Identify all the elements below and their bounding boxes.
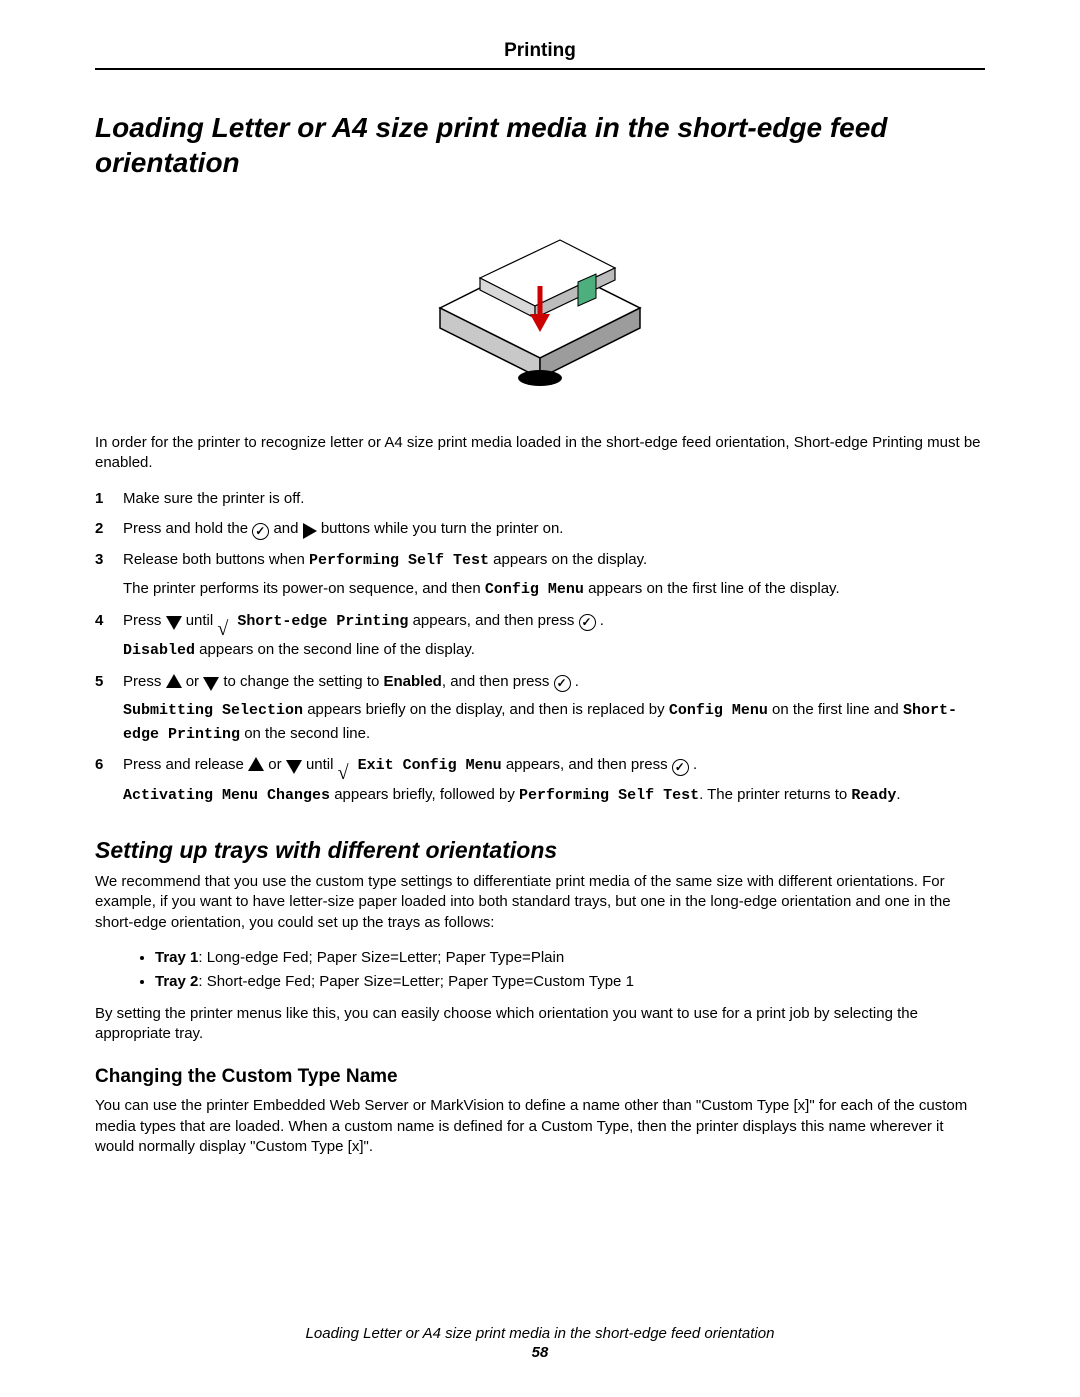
- step-5: 5 Press or to change the setting to Enab…: [95, 671, 985, 747]
- display-message: Config Menu: [669, 702, 768, 719]
- text-fragment: Press: [123, 673, 166, 690]
- check-circle-icon: [672, 759, 689, 776]
- display-message: Ready: [851, 787, 896, 804]
- tray-2-item: Tray 2: Short-edge Fed; Paper Size=Lette…: [155, 971, 985, 994]
- trays-intro: We recommend that you use the custom typ…: [95, 872, 985, 933]
- step-2: 2 Press and hold the and buttons while y…: [95, 518, 985, 541]
- arrow-down-icon: [203, 677, 219, 691]
- step-text: Make sure the printer is off.: [123, 488, 985, 511]
- display-message: Short-edge Printing: [228, 613, 408, 630]
- text-fragment: on the first line and: [768, 701, 903, 718]
- text-fragment: .: [896, 786, 900, 803]
- step-1: 1 Make sure the printer is off.: [95, 488, 985, 511]
- step-number: 2: [95, 518, 109, 541]
- display-message: Disabled: [123, 642, 195, 659]
- page-number: 58: [0, 1344, 1080, 1361]
- arrow-up-icon: [248, 757, 264, 771]
- step-6: 6 Press and release or until √ Exit Conf…: [95, 754, 985, 807]
- text-fragment: .: [600, 612, 604, 629]
- display-message: Performing Self Test: [309, 552, 489, 569]
- text-fragment: . The printer returns to: [699, 786, 851, 803]
- arrow-down-icon: [166, 616, 182, 630]
- step-number: 1: [95, 488, 109, 511]
- step-text: Press or to change the setting to Enable…: [123, 671, 985, 747]
- arrow-down-icon: [286, 760, 302, 774]
- root-mark-icon: √: [217, 614, 228, 632]
- text-fragment: Release both buttons when: [123, 551, 309, 568]
- step-text: Press and release or until √ Exit Config…: [123, 754, 985, 807]
- text-fragment: appears, and then press: [506, 756, 672, 773]
- printer-tray-illustration: [95, 198, 985, 403]
- bold-term: Enabled: [384, 673, 442, 690]
- arrow-right-icon: [303, 523, 317, 539]
- tray-text: : Long-edge Fed; Paper Size=Letter; Pape…: [198, 949, 564, 966]
- tray-label: Tray 1: [155, 949, 198, 966]
- page-header-title: Printing: [95, 40, 985, 62]
- trays-outro: By setting the printer menus like this, …: [95, 1004, 985, 1045]
- display-message: Exit Config Menu: [349, 757, 502, 774]
- arrow-up-icon: [166, 674, 182, 688]
- text-fragment: The printer performs its power-on sequen…: [123, 580, 485, 597]
- tray-label: Tray 2: [155, 973, 198, 990]
- text-fragment: buttons while you turn the printer on.: [321, 520, 564, 537]
- steps-list: 1 Make sure the printer is off. 2 Press …: [95, 488, 985, 808]
- display-message: Performing Self Test: [519, 787, 699, 804]
- text-fragment: appears, and then press: [413, 612, 579, 629]
- text-fragment: and: [273, 520, 302, 537]
- text-fragment: appears on the second line of the displa…: [195, 641, 475, 658]
- page-footer: Loading Letter or A4 size print media in…: [0, 1325, 1080, 1361]
- check-circle-icon: [579, 614, 596, 631]
- step-4: 4 Press until √ Short-edge Printing appe…: [95, 610, 985, 663]
- text-fragment: or: [268, 756, 286, 773]
- step-text: Release both buttons when Performing Sel…: [123, 549, 985, 602]
- display-message: Submitting Selection: [123, 702, 303, 719]
- subheading-custom-type: Changing the Custom Type Name: [95, 1066, 985, 1088]
- header-rule: [95, 68, 985, 70]
- text-fragment: Press and hold the: [123, 520, 252, 537]
- step-number: 3: [95, 549, 109, 602]
- main-heading: Loading Letter or A4 size print media in…: [95, 110, 985, 180]
- check-circle-icon: [554, 675, 571, 692]
- text-fragment: appears briefly, followed by: [330, 786, 519, 803]
- text-fragment: or: [186, 673, 204, 690]
- text-fragment: until: [306, 756, 338, 773]
- step-text: Press until √ Short-edge Printing appear…: [123, 610, 985, 663]
- display-message: Config Menu: [485, 581, 584, 598]
- tray-text: : Short-edge Fed; Paper Size=Letter; Pap…: [198, 973, 634, 990]
- text-fragment: appears on the display.: [489, 551, 647, 568]
- text-fragment: to change the setting to: [223, 673, 383, 690]
- text-fragment: appears on the first line of the display…: [584, 580, 840, 597]
- text-fragment: Press and release: [123, 756, 248, 773]
- tray-1-item: Tray 1: Long-edge Fed; Paper Size=Letter…: [155, 947, 985, 970]
- text-fragment: on the second line.: [240, 725, 370, 742]
- text-fragment: appears briefly on the display, and then…: [303, 701, 669, 718]
- root-mark-icon: √: [338, 758, 349, 776]
- step-number: 6: [95, 754, 109, 807]
- text-fragment: , and then press: [442, 673, 554, 690]
- check-circle-icon: [252, 523, 269, 540]
- step-3: 3 Release both buttons when Performing S…: [95, 549, 985, 602]
- text-fragment: until: [186, 612, 218, 629]
- step-text: Press and hold the and buttons while you…: [123, 518, 985, 541]
- text-fragment: .: [575, 673, 579, 690]
- step-number: 5: [95, 671, 109, 747]
- footer-caption: Loading Letter or A4 size print media in…: [306, 1325, 775, 1342]
- intro-paragraph: In order for the printer to recognize le…: [95, 433, 985, 474]
- step-number: 4: [95, 610, 109, 663]
- text-fragment: .: [693, 756, 697, 773]
- custom-type-text: You can use the printer Embedded Web Ser…: [95, 1096, 985, 1157]
- tray-list: Tray 1: Long-edge Fed; Paper Size=Letter…: [95, 947, 985, 994]
- text-fragment: Press: [123, 612, 166, 629]
- display-message: Activating Menu Changes: [123, 787, 330, 804]
- subheading-trays: Setting up trays with different orientat…: [95, 837, 985, 864]
